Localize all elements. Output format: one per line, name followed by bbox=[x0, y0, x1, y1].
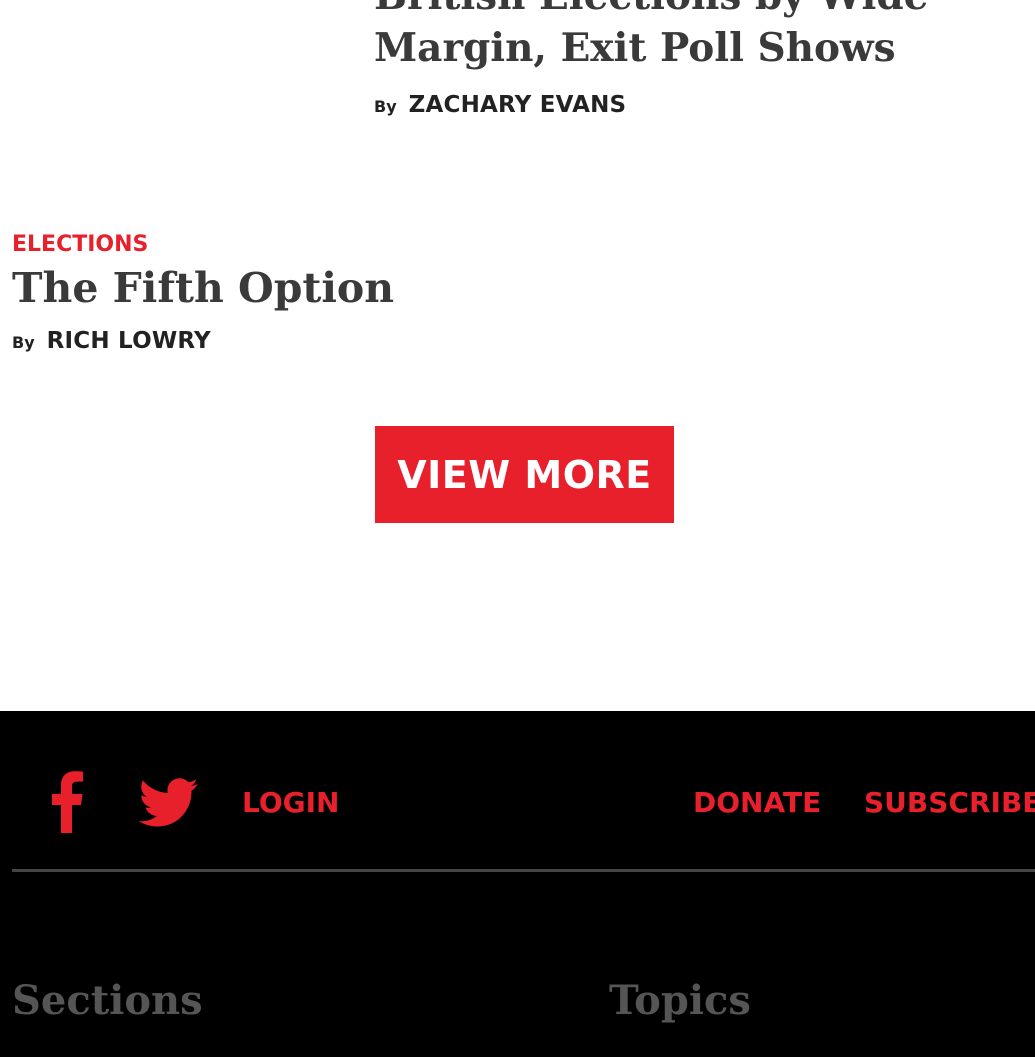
article-teaser: British Elections by Wide Margin, Exit P… bbox=[374, 0, 994, 118]
topics-heading: Topics bbox=[609, 977, 751, 1024]
donate-link[interactable]: DONATE bbox=[693, 783, 821, 823]
article-headline[interactable]: British Elections by Wide Margin, Exit P… bbox=[374, 0, 994, 74]
byline-prefix: By bbox=[374, 97, 397, 116]
footer-divider bbox=[12, 869, 1035, 872]
headline-line-2[interactable]: Margin, Exit Poll Shows bbox=[374, 25, 896, 71]
subscribe-link[interactable]: SUBSCRIBE bbox=[864, 783, 1035, 823]
headline-line-1[interactable]: British Elections by Wide bbox=[374, 0, 928, 19]
author-link[interactable]: RICH LOWRY bbox=[47, 328, 211, 354]
facebook-icon[interactable] bbox=[48, 769, 84, 833]
byline-prefix: By bbox=[12, 333, 35, 352]
author-link[interactable]: ZACHARY EVANS bbox=[409, 92, 627, 118]
login-link[interactable]: LOGIN bbox=[242, 783, 339, 823]
twitter-icon[interactable] bbox=[139, 777, 199, 829]
article-headline[interactable]: The Fifth Option bbox=[12, 262, 612, 314]
article-teaser: ELECTIONS The Fifth Option By RICH LOWRY bbox=[12, 230, 612, 354]
byline: By ZACHARY EVANS bbox=[374, 92, 994, 118]
sections-heading: Sections bbox=[12, 977, 203, 1024]
site-footer: LOGIN DONATE SUBSCRIBE Sections Topics bbox=[0, 711, 1035, 1057]
headline-link[interactable]: British Elections by Wide Margin, Exit P… bbox=[374, 0, 928, 71]
view-more-button[interactable]: VIEW MORE bbox=[375, 426, 674, 523]
byline: By RICH LOWRY bbox=[12, 328, 612, 354]
category-label[interactable]: ELECTIONS bbox=[12, 230, 612, 260]
